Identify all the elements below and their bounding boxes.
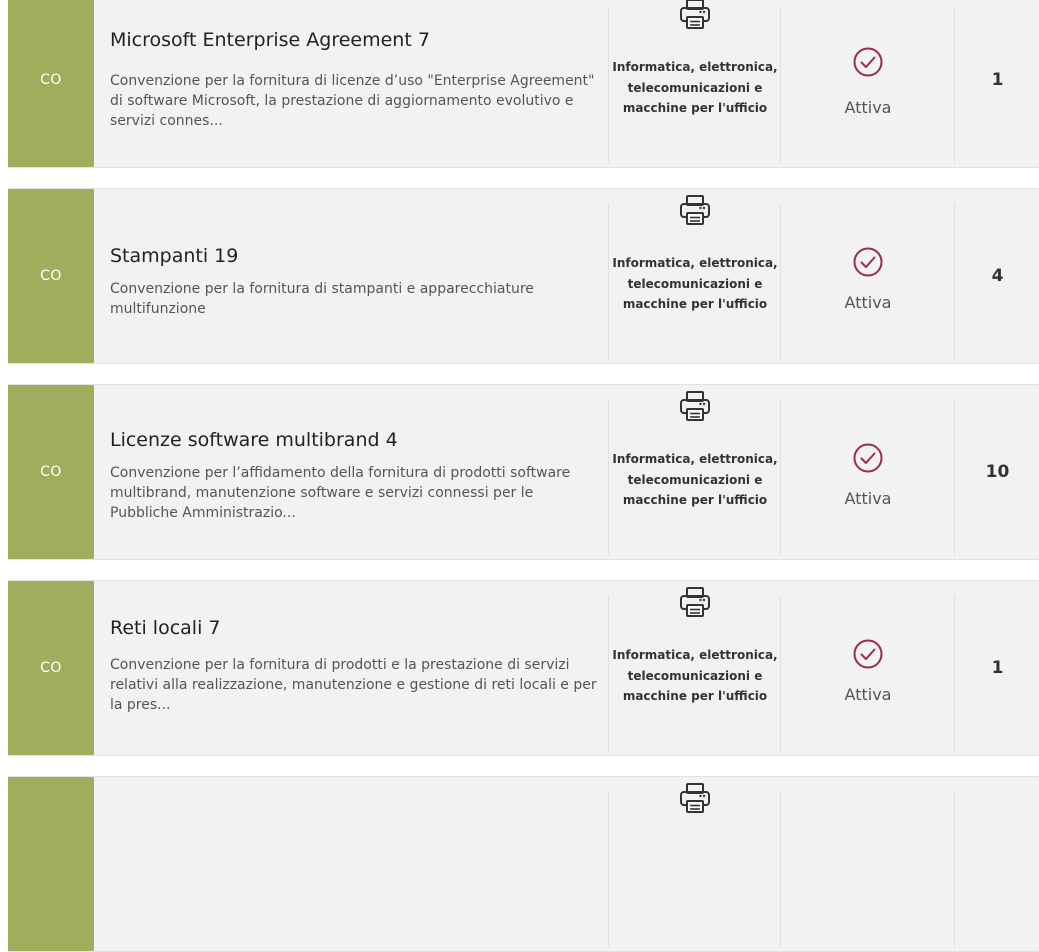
type-badge: CO [8,189,94,363]
column-divider [608,7,609,163]
type-badge: CO [8,385,94,559]
item-content: Microsoft Enterprise Agreement 7 Convenz… [110,0,598,167]
item-count: 4 [991,266,1004,286]
list-item[interactable]: CO Microsoft Enterprise Agreement 7 Conv… [8,0,1039,168]
printer-icon [680,0,710,29]
list-item[interactable]: CO Stampanti 19 Convenzione per la forni… [8,188,1039,364]
check-circle-icon [853,443,883,473]
column-divider [780,791,781,947]
item-title[interactable]: Microsoft Enterprise Agreement 7 [110,29,430,51]
item-count: 1 [991,70,1004,90]
column-divider [780,399,781,555]
column-divider [954,595,955,751]
item-title[interactable]: Reti locali 7 [110,617,220,639]
list-item[interactable] [8,776,1039,952]
item-description: Convenzione per l’affidamento della forn… [110,465,571,521]
status-label: Attiva [844,98,892,117]
column-divider [608,595,609,751]
category-cell: Informatica, elettronica, telecomunicazi… [610,189,780,363]
category-cell: Informatica, elettronica, telecomunicazi… [610,385,780,559]
column-divider [780,595,781,751]
category-cell: Informatica, elettronica, telecomunicazi… [610,581,780,755]
status-label: Attiva [844,489,892,508]
status-cell: Attiva [782,581,954,755]
status-label: Attiva [844,685,892,704]
column-divider [608,399,609,555]
item-description: Convenzione per la fornitura di licenze … [110,73,595,129]
check-circle-icon [853,47,883,77]
item-count: 1 [991,658,1004,678]
item-content: Stampanti 19 Convenzione per la fornitur… [110,189,598,363]
status-cell: Attiva [782,0,954,167]
printer-icon [680,783,710,813]
item-count: 10 [985,462,1010,482]
category-cell [610,777,780,951]
check-circle-icon [853,639,883,669]
printer-icon [680,195,710,225]
item-content [110,777,598,951]
status-cell: Attiva [782,189,954,363]
column-divider [780,7,781,163]
item-title[interactable]: Licenze software multibrand 4 [110,429,398,451]
category-cell: Informatica, elettronica, telecomunicazi… [610,0,780,167]
list-item[interactable]: CO Licenze software multibrand 4 Convenz… [8,384,1039,560]
list-item[interactable]: CO Reti locali 7 Convenzione per la forn… [8,580,1039,756]
item-content: Reti locali 7 Convenzione per la fornitu… [110,581,598,755]
column-divider [954,399,955,555]
column-divider [608,791,609,947]
printer-icon [680,587,710,617]
column-divider [954,791,955,947]
type-badge: CO [8,581,94,755]
type-badge [8,777,94,951]
item-description: Convenzione per la fornitura di prodotti… [110,657,597,713]
status-label: Attiva [844,293,892,312]
item-title[interactable]: Stampanti 19 [110,245,238,267]
column-divider [608,203,609,359]
item-content: Licenze software multibrand 4 Convenzion… [110,385,598,559]
column-divider [780,203,781,359]
column-divider [954,203,955,359]
type-badge: CO [8,0,94,167]
category-label: Informatica, elettronica, telecomunicazi… [612,452,778,507]
category-label: Informatica, elettronica, telecomunicazi… [612,256,778,311]
column-divider [954,7,955,163]
item-description: Convenzione per la fornitura di stampant… [110,281,534,317]
check-circle-icon [853,247,883,277]
printer-icon [680,391,710,421]
status-cell: Attiva [782,385,954,559]
category-label: Informatica, elettronica, telecomunicazi… [612,648,778,703]
category-label: Informatica, elettronica, telecomunicazi… [612,60,778,115]
